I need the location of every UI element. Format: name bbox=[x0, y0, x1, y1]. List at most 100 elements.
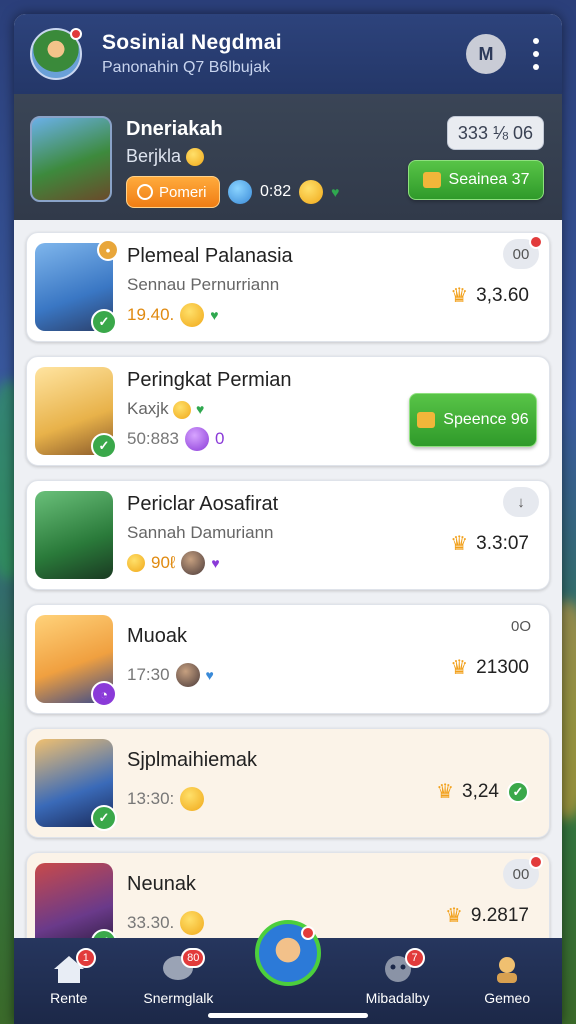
plus-emoji-icon bbox=[180, 787, 205, 811]
home-indicator bbox=[208, 1013, 368, 1018]
nav-item-games[interactable]: Gemeo bbox=[457, 954, 557, 1006]
item-meta: 50:883 0 bbox=[127, 427, 224, 451]
featured-game-thumbnail[interactable] bbox=[30, 116, 112, 202]
nav-label: Mibadalby bbox=[365, 990, 430, 1006]
game-thumbnail: ✓ • bbox=[35, 239, 119, 335]
center-avatar-button[interactable] bbox=[254, 920, 321, 986]
smile-emoji-icon bbox=[173, 400, 192, 419]
smile-emoji-icon bbox=[127, 554, 145, 572]
smile-emoji-icon bbox=[180, 911, 205, 935]
featured-pill-button[interactable]: Pomeri bbox=[126, 176, 220, 208]
notification-dot bbox=[70, 28, 82, 40]
item-title: Neunak bbox=[127, 873, 196, 895]
featured-meta: 0:82 ♥ bbox=[228, 180, 339, 204]
item-score-value: 3,24 bbox=[462, 780, 499, 802]
notification-dot bbox=[300, 926, 315, 940]
corner-chip-label: 00 bbox=[512, 865, 530, 883]
player-emoji-icon bbox=[228, 180, 252, 204]
check-heart-icon: ♥ bbox=[205, 667, 214, 683]
nav-badge: 80 bbox=[181, 948, 206, 968]
item-title: Sjplmaihiemak bbox=[127, 749, 258, 771]
item-meta: 13:30: bbox=[127, 787, 205, 811]
player-emoji-icon bbox=[185, 427, 209, 451]
verified-badge-icon: ✓ bbox=[91, 433, 117, 459]
game-list: ✓ • Plemeal Palanasia Sennau Pernurriann… bbox=[14, 220, 562, 962]
game-badge-icon: ◔ bbox=[91, 681, 117, 707]
list-item[interactable]: ✓ Sjplmaihiemak 13:30: ♛ 3,24 ✓ bbox=[26, 728, 550, 838]
list-item[interactable]: Periclar Aosafirat Sannah Damuriann 90ℓ … bbox=[26, 480, 550, 590]
check-icon: ✓ bbox=[507, 780, 529, 803]
corner-chip[interactable]: 00 bbox=[503, 855, 543, 889]
item-subtitle-text: Kaxjk bbox=[127, 399, 169, 418]
games-icon bbox=[490, 954, 524, 984]
check-heart-icon: ♥ bbox=[211, 555, 220, 571]
game-thumbnail bbox=[35, 491, 113, 579]
gift-icon bbox=[417, 412, 436, 428]
gift-icon bbox=[422, 172, 441, 188]
item-meta-value: 19.40. bbox=[127, 305, 175, 324]
game-thumbnail: ◔ bbox=[35, 615, 117, 707]
profile-avatar[interactable] bbox=[30, 28, 82, 80]
item-score-value: 9.2817 bbox=[470, 904, 529, 926]
item-button-label: Speence 96 bbox=[443, 411, 529, 428]
item-title: Muoak bbox=[127, 625, 188, 647]
check-heart-icon: ♥ bbox=[196, 401, 205, 417]
page-subtitle: Panonahin Q7 B6lbujak bbox=[102, 59, 271, 76]
smile-emoji-icon bbox=[186, 148, 205, 167]
featured-action-button[interactable]: Seainea 37 bbox=[408, 160, 544, 200]
nav-badge: 1 bbox=[75, 948, 96, 968]
item-title: Plemeal Palanasia bbox=[127, 245, 293, 267]
more-menu-icon[interactable] bbox=[532, 38, 540, 70]
item-subtitle: Kaxjk ♥ bbox=[127, 399, 204, 419]
item-title: Peringkat Permian bbox=[127, 369, 292, 391]
app-header: Sosinial Negdmai Panonahin Q7 B6lbujak M bbox=[14, 14, 562, 94]
header-action-button[interactable]: M bbox=[466, 34, 506, 74]
corner-chip-label: 0O bbox=[510, 617, 531, 635]
item-meta: 17:30 ♥ bbox=[127, 663, 214, 687]
nav-item-messages[interactable]: 80 Snermglalk bbox=[128, 948, 228, 1006]
item-subtitle: Sennau Pernurriann bbox=[127, 275, 280, 294]
smile-emoji-icon bbox=[180, 303, 205, 327]
list-item[interactable]: ◔ Muoak 17:30 ♥ ♛ 21300 0O bbox=[26, 604, 550, 714]
nav-label: Snermglalk bbox=[143, 990, 214, 1006]
page-title: Sosinial Negdmai bbox=[102, 31, 282, 54]
header-text: Sosinial Negdmai Panonahin Q7 B6lbujak bbox=[102, 31, 282, 77]
home-icon: 1 bbox=[52, 948, 96, 984]
featured-title: Dneriakah bbox=[126, 118, 223, 140]
crown-icon: ♛ bbox=[450, 285, 469, 307]
smile-emoji-icon bbox=[299, 180, 324, 204]
list-item[interactable]: ✓ • Plemeal Palanasia Sennau Pernurriann… bbox=[26, 232, 550, 342]
corner-chip-label: 00 bbox=[512, 245, 530, 263]
corner-chip-label: ↓ bbox=[517, 493, 525, 511]
item-title: Periclar Aosafirat bbox=[127, 493, 279, 515]
item-score-value: 3,3.60 bbox=[476, 284, 529, 306]
crown-icon: ♛ bbox=[450, 657, 469, 679]
item-score: ♛ 3.3:07 bbox=[450, 531, 529, 556]
notification-dot bbox=[529, 235, 543, 249]
item-meta-value: 17:30 bbox=[127, 665, 170, 684]
crown-icon: ♛ bbox=[444, 905, 463, 927]
item-meta: 90ℓ ♥ bbox=[127, 551, 220, 575]
bottom-nav: 1 Rente 80 Snermglalk 7 Mibadalby Gemeo bbox=[14, 920, 562, 1024]
nav-item-friends[interactable]: 7 Mibadalby bbox=[348, 948, 448, 1006]
corner-chip[interactable]: ↓ bbox=[503, 487, 539, 517]
item-meta-value: 33.30. bbox=[127, 913, 175, 932]
featured-panel: Dneriakah Berjkla Pomeri 0:82 ♥ 333 ⅛ 06… bbox=[14, 94, 562, 220]
chat-icon bbox=[137, 184, 153, 200]
item-action-button[interactable]: Speence 96 bbox=[409, 393, 537, 447]
nav-badge: 7 bbox=[404, 948, 425, 968]
corner-chip[interactable]: 0O bbox=[503, 611, 539, 641]
corner-chip[interactable]: 00 bbox=[503, 235, 543, 269]
app-screen: Sosinial Negdmai Panonahin Q7 B6lbujak M… bbox=[14, 14, 562, 1024]
item-subtitle: Sannah Damuriann bbox=[127, 523, 274, 542]
item-score-value: 21300 bbox=[476, 656, 529, 678]
friends-icon: 7 bbox=[381, 948, 425, 984]
item-meta-value: 90ℓ bbox=[151, 553, 176, 572]
check-heart-icon: ♥ bbox=[331, 184, 340, 200]
nav-item-home[interactable]: 1 Rente bbox=[19, 948, 119, 1006]
crown-icon: ♛ bbox=[450, 533, 469, 555]
list-item[interactable]: ✓ Peringkat Permian Kaxjk ♥ 50:883 0 Spe… bbox=[26, 356, 550, 466]
player-emoji-icon bbox=[181, 551, 206, 575]
item-score: ♛ 9.2817 bbox=[445, 903, 529, 928]
player-emoji-icon bbox=[175, 663, 200, 687]
